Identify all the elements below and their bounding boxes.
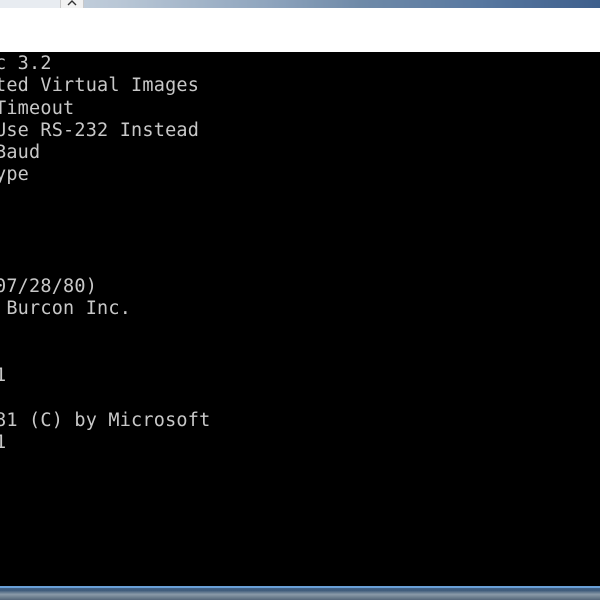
window-tab[interactable]	[0, 0, 60, 8]
terminal-line: ted Virtual Images	[0, 75, 200, 97]
terminal-line: c 3.2	[0, 53, 52, 74]
desktop-wallpaper	[0, 0, 600, 8]
chevron-up-icon	[67, 0, 77, 6]
terminal-output: c 3.2 ted Virtual Images Timeout Use RS-…	[0, 53, 210, 454]
terminal-line: 1	[0, 432, 7, 454]
taskbar	[0, 586, 600, 600]
terminal-line: Use RS-232 Instead	[0, 119, 200, 141]
window-header-area	[0, 8, 600, 52]
terminal-window[interactable]: c 3.2 ted Virtual Images Timeout Use RS-…	[0, 52, 600, 586]
taskbar-accent-line	[0, 586, 600, 588]
desktop: c 3.2 ted Virtual Images Timeout Use RS-…	[0, 0, 600, 600]
terminal-line: Timeout	[0, 97, 75, 119]
terminal-line: 81 (C) by Microsoft	[0, 409, 211, 431]
terminal-line: ype	[0, 164, 30, 186]
terminal-line: 1	[0, 365, 7, 387]
terminal-line: 07/28/80)	[0, 275, 98, 297]
terminal-line: Baud	[0, 142, 41, 164]
scroll-up-button[interactable]	[60, 0, 84, 8]
terminal-line: Burcon Inc.	[0, 298, 132, 320]
